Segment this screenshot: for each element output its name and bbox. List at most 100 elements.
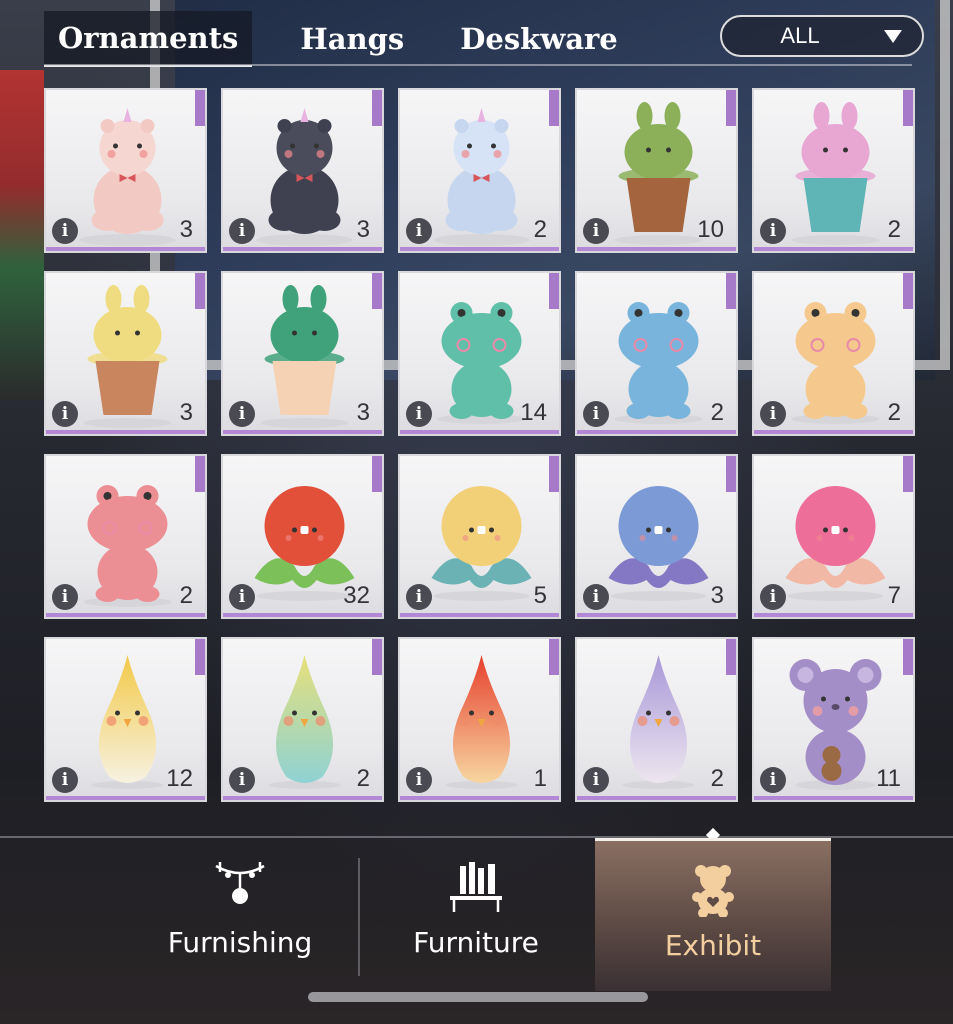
item-card[interactable]: i5 xyxy=(398,454,561,619)
item-card[interactable]: i2 xyxy=(752,271,915,436)
rarity-tag xyxy=(549,456,559,492)
item-count: 2 xyxy=(179,582,193,609)
item-count: 3 xyxy=(179,399,193,426)
item-card[interactable]: i 12 xyxy=(44,637,207,802)
info-icon[interactable]: i xyxy=(760,584,786,610)
item-card[interactable]: i2 xyxy=(221,637,384,802)
item-card[interactable]: i3 xyxy=(221,271,384,436)
rarity-tag xyxy=(372,639,382,675)
item-count: 12 xyxy=(166,765,193,792)
rarity-tag xyxy=(903,273,913,309)
info-icon[interactable]: i xyxy=(406,584,432,610)
item-card[interactable]: i1 xyxy=(398,637,561,802)
item-card[interactable]: i 10 xyxy=(575,88,738,253)
item-count: 11 xyxy=(876,765,901,792)
rarity-tag xyxy=(726,456,736,492)
info-icon[interactable]: i xyxy=(406,401,432,427)
info-icon[interactable]: i xyxy=(760,401,786,427)
item-card[interactable]: i3 xyxy=(44,88,207,253)
rarity-tag xyxy=(195,456,205,492)
item-count: 3 xyxy=(710,582,724,609)
background-flowers xyxy=(0,70,44,400)
rarity-tag xyxy=(903,90,913,126)
item-card[interactable]: i2 xyxy=(752,88,915,253)
rarity-tag xyxy=(903,456,913,492)
info-icon[interactable]: i xyxy=(583,401,609,427)
item-count: 2 xyxy=(710,399,724,426)
rarity-tag xyxy=(195,639,205,675)
info-icon[interactable]: i xyxy=(229,767,255,793)
info-icon[interactable]: i xyxy=(583,767,609,793)
tabs-divider xyxy=(44,64,912,66)
item-count: 7 xyxy=(887,582,901,609)
rarity-tag xyxy=(549,90,559,126)
rarity-tag xyxy=(726,639,736,675)
rarity-tag xyxy=(549,273,559,309)
nav-furniture[interactable]: Furniture xyxy=(358,838,594,988)
item-card[interactable]: i 14 xyxy=(398,271,561,436)
info-icon[interactable]: i xyxy=(406,218,432,244)
item-count: 2 xyxy=(533,216,547,243)
item-count: 14 xyxy=(520,399,547,426)
rarity-tag xyxy=(372,90,382,126)
bottom-navigation: Furnishing Furniture Exhibit xyxy=(0,838,953,991)
info-icon[interactable]: i xyxy=(760,218,786,244)
item-count: 2 xyxy=(356,765,370,792)
info-icon[interactable]: i xyxy=(583,584,609,610)
info-icon[interactable]: i xyxy=(760,767,786,793)
teddy-bear-icon xyxy=(692,865,734,917)
rarity-tag xyxy=(372,456,382,492)
item-count: 5 xyxy=(533,582,547,609)
item-count: 3 xyxy=(356,399,370,426)
item-card[interactable]: i2 xyxy=(575,637,738,802)
tab-deskware[interactable]: Deskware xyxy=(446,12,632,66)
chandelier-icon xyxy=(215,862,265,904)
rarity-tag xyxy=(903,639,913,675)
home-indicator-bar[interactable] xyxy=(308,992,648,1002)
info-icon[interactable]: i xyxy=(52,401,78,427)
tab-hangs[interactable]: Hangs xyxy=(286,12,418,66)
item-count: 2 xyxy=(710,765,724,792)
category-tabs: Ornaments Hangs Deskware xyxy=(44,11,632,67)
item-count: 32 xyxy=(343,582,370,609)
rarity-tag xyxy=(549,639,559,675)
item-grid: i3 i3 i 2 i 10 i 2 i 3 i 3 i 14 i 2 i 2 … xyxy=(44,88,915,802)
filter-label: ALL xyxy=(780,23,820,48)
item-card[interactable]: i3 xyxy=(44,271,207,436)
filter-dropdown[interactable]: ALL xyxy=(720,15,924,57)
item-card[interactable]: i 11 xyxy=(752,637,915,802)
item-card[interactable]: i2 xyxy=(44,454,207,619)
info-icon[interactable]: i xyxy=(52,218,78,244)
info-icon[interactable]: i xyxy=(583,218,609,244)
tab-ornaments[interactable]: Ornaments xyxy=(44,11,253,67)
nav-furniture-label: Furniture xyxy=(413,926,539,959)
item-card[interactable]: i3 xyxy=(575,454,738,619)
info-icon[interactable]: i xyxy=(229,584,255,610)
info-icon[interactable]: i xyxy=(52,767,78,793)
item-count: 2 xyxy=(887,399,901,426)
item-card[interactable]: i2 xyxy=(575,271,738,436)
item-count: 3 xyxy=(356,216,370,243)
rarity-tag xyxy=(726,273,736,309)
bookshelf-icon xyxy=(450,862,502,912)
item-count: 2 xyxy=(887,216,901,243)
item-count: 3 xyxy=(179,216,193,243)
item-count: 10 xyxy=(697,216,724,243)
rarity-tag xyxy=(195,273,205,309)
item-card[interactable]: i7 xyxy=(752,454,915,619)
info-icon[interactable]: i xyxy=(229,218,255,244)
dropdown-arrow-icon xyxy=(884,30,902,43)
nav-furnishing[interactable]: Furnishing xyxy=(122,838,358,988)
info-icon[interactable]: i xyxy=(52,584,78,610)
rarity-tag xyxy=(372,273,382,309)
info-icon[interactable]: i xyxy=(406,767,432,793)
item-card[interactable]: i2 xyxy=(398,88,561,253)
info-icon[interactable]: i xyxy=(229,401,255,427)
item-card[interactable]: i3 xyxy=(221,88,384,253)
rarity-tag xyxy=(726,90,736,126)
item-count: 1 xyxy=(533,765,547,792)
nav-exhibit-label: Exhibit xyxy=(664,929,762,962)
rarity-tag xyxy=(195,90,205,126)
nav-exhibit[interactable]: Exhibit xyxy=(595,838,831,991)
item-card[interactable]: i 32 xyxy=(221,454,384,619)
